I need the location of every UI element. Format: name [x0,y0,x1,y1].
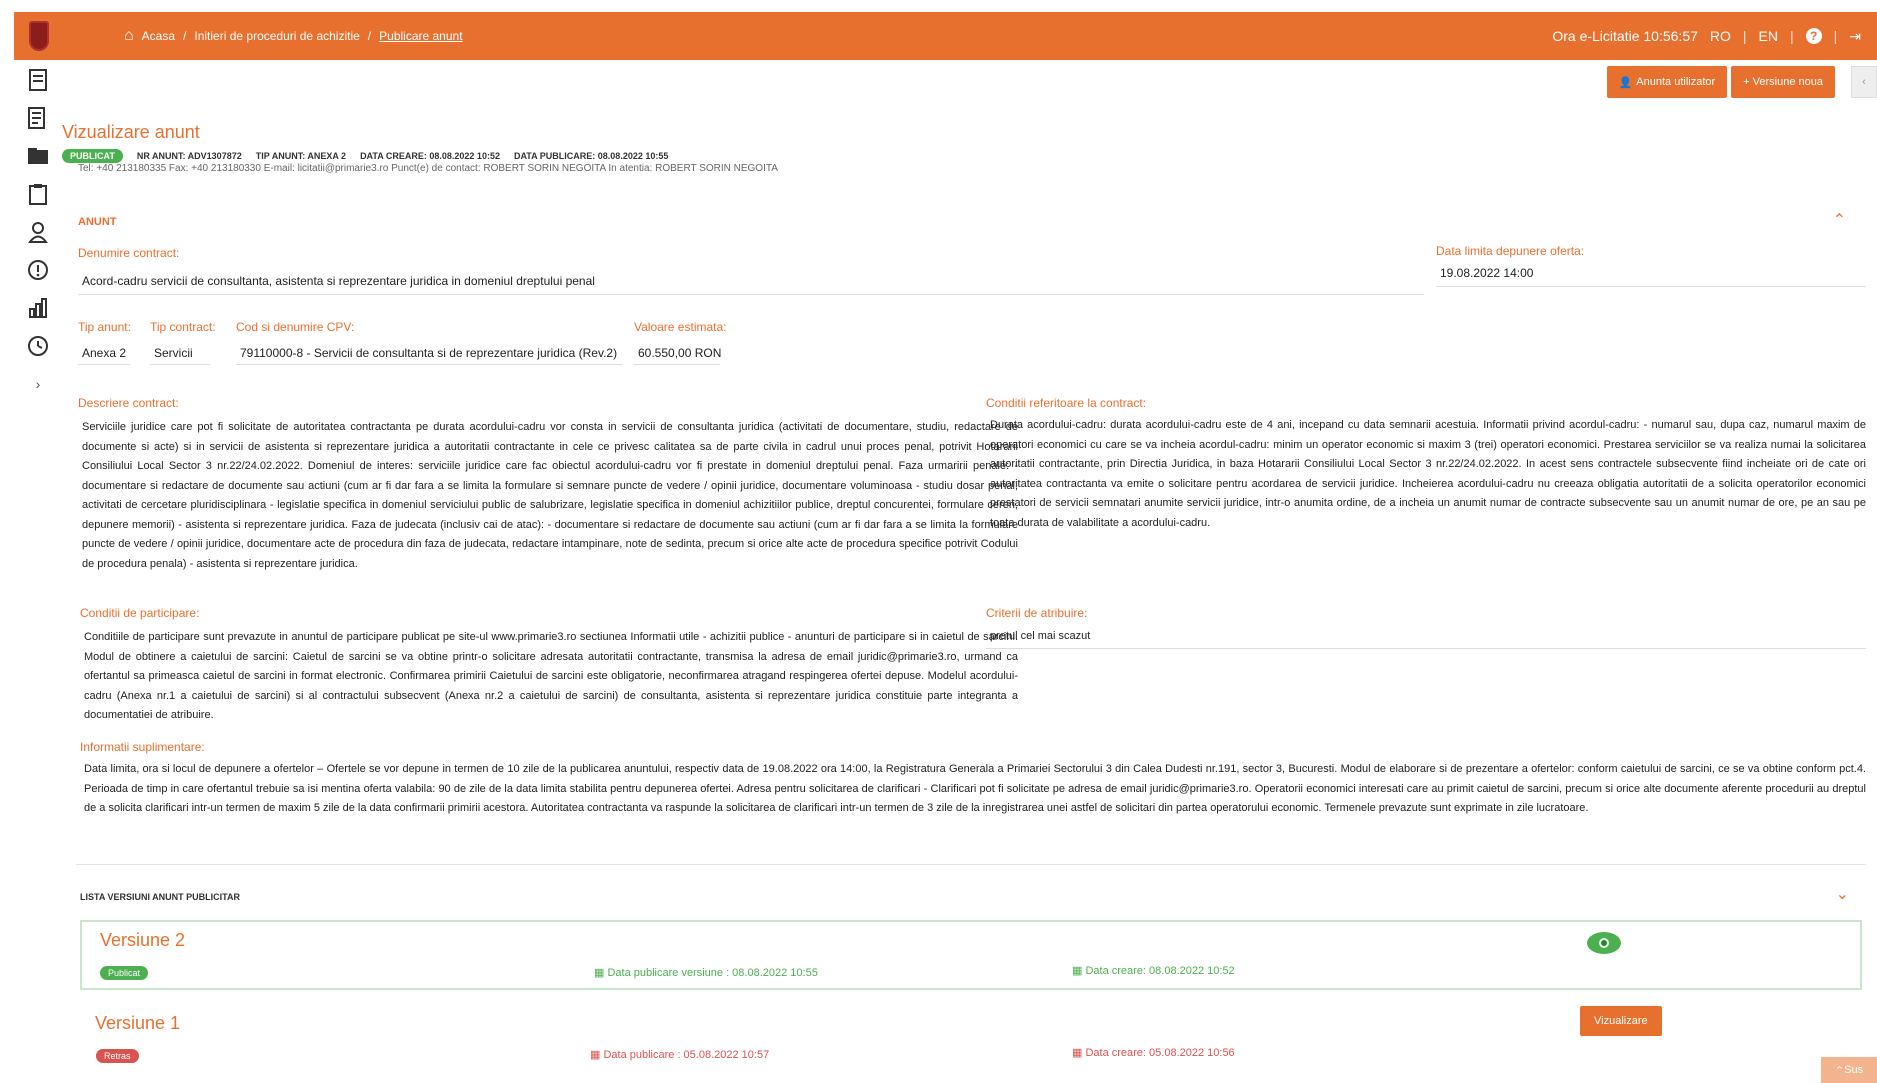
version-creare: ▦ Data creare: 05.08.2022 10:56 [1072,1047,1235,1059]
lang-ro[interactable]: RO [1710,28,1731,44]
clipboard-icon[interactable] [26,182,50,206]
breadcrumb-initieri[interactable]: Initieri de proceduri de achizitie [194,29,359,43]
calendar-icon: ▦ [1072,1047,1086,1059]
denumire-value: Acord-cadru servicii de consultanta, asi… [82,274,595,288]
version-row-active: Versiune 2 Publicat ▦ Data publicare ver… [80,920,1862,990]
breadcrumb-separator: / [183,29,187,43]
denumire-label: Denumire contract: [78,246,180,260]
version-publicare: ▦ Data publicare versiune : 08.08.2022 1… [594,967,818,979]
termen-value: 19.08.2022 14:00 [1440,266,1534,280]
calendar-icon: ▦ [594,967,608,979]
folder-icon[interactable] [26,144,50,168]
tip-anunt-label: Tip anunt: [78,320,131,334]
version-publicare: ▦ Data publicare : 05.08.2022 10:57 [590,1049,770,1061]
tip-contract-value: Servicii [154,346,193,360]
chevron-up-icon[interactable]: ⌃ [1833,210,1846,230]
termen-label: Data limita depunere oferta: [1436,244,1585,258]
eye-icon[interactable] [1587,932,1621,954]
status-badge: Retras [96,1049,139,1063]
clock-value: 10:56:57 [1643,28,1698,44]
history-icon[interactable] [26,334,50,358]
question-icon[interactable]: ? [1805,28,1822,44]
top-bar: ⌂ Acasa / Initieri de proceduri de achiz… [14,12,1877,60]
descriere-value: Serviciile juridice care pot fi solicita… [82,421,1018,570]
clock-label: Ora e-Licitatie 10:56:57 [1552,28,1698,44]
conditii-contract-value: Durata acordului-cadru: durata acordului… [990,419,1866,529]
tip-contract-label: Tip contract: [150,320,216,334]
breadcrumb: ⌂ Acasa / Initieri de proceduri de achiz… [124,27,463,45]
tip-anunt: TIP ANUNT: ANEXA 2 [255,151,347,161]
breadcrumb-home[interactable]: Acasa [142,29,175,43]
app-logo[interactable] [14,12,64,60]
announcement-meta: PUBLICAT NR ANUNT: ADV1307872 TIP ANUNT:… [62,149,668,163]
status-badge: Publicat [100,966,149,980]
chevron-left-icon: ‹ [1862,76,1866,88]
version-name: Versiune 2 [100,930,186,950]
data-publicare: DATA PUBLICARE: 08.08.2022 10:55 [513,151,669,161]
scroll-top-button[interactable]: ⌃ Sus [1821,1057,1877,1083]
contact-line: Tel: +40 213180335 Fax: +40 213180330 E-… [78,163,778,174]
valoare-label: Valoare estimata: [634,320,727,334]
breadcrumb-separator: / [367,29,372,43]
tip-anunt-value: Anexa 2 [82,346,127,360]
announcement-card: ANUNT ⌃ Denumire contract: Acord-cadru s… [62,200,1874,865]
valoare-value: 60.550,00 RON [638,346,722,360]
chevron-right-icon[interactable]: › [26,372,50,396]
sidebar: › [14,60,62,1080]
top-right-controls: Ora e-Licitatie 10:56:57 RO | EN | ? | ⇥ [1552,27,1861,45]
lang-en[interactable]: EN [1759,28,1778,44]
chart-icon[interactable] [26,296,50,320]
user-icon[interactable] [26,220,50,244]
criterii-label: Criterii de atribuire: [986,606,1088,620]
chevron-down-icon[interactable]: ⌄ [1836,884,1849,904]
versions-title: LISTA VERSIUNI ANUNT PUBLICITAR [80,892,240,902]
status-badge: PUBLICAT [62,149,123,163]
breadcrumb-current[interactable]: Publicare anunt [379,29,462,43]
page-title: Vizualizare anunt [62,122,200,142]
cpv-value: 79110000-8 - Servicii de consultanta si … [240,346,618,360]
list-icon[interactable] [26,106,50,130]
logout-icon[interactable]: ⇥ [1849,28,1861,45]
criterii-value: pretul cel mai scazut [990,630,1091,642]
conditii-participare-value: Conditiile de participare sunt prevazute… [84,631,1018,721]
conditii-contract-label: Conditii referitoare la contract: [986,396,1147,410]
nr-anunt: NR ANUNT: ADV1307872 [136,151,242,161]
document-icon[interactable] [26,68,50,92]
data-creare: DATA CREARE: 08.08.2022 10:52 [360,151,500,161]
info-label: Informatii suplimentare: [80,740,205,754]
home-icon[interactable]: ⌂ [124,27,134,45]
descriere-label: Descriere contract: [78,396,179,410]
info-icon[interactable] [26,258,50,282]
version-name: Versiune 1 [95,1013,181,1033]
notify-user-button[interactable]: 👤 Anunta utilizator [1606,66,1728,98]
calendar-icon: ▦ [590,1049,604,1061]
conditii-participare-label: Conditii de participare: [80,606,200,620]
calendar-icon: ▦ [1072,965,1086,977]
action-toolbar: 👤 Anunta utilizator + Versiune noua [1606,66,1835,98]
shield-logo-icon [29,21,49,51]
new-version-button[interactable]: + Versiune noua [1731,66,1835,98]
user-icon: 👤 [1618,76,1633,89]
version-creare: ▦ Data creare: 08.08.2022 10:52 [1072,965,1235,977]
section-title: ANUNT [78,216,117,228]
collapse-panel-tab[interactable]: ‹ [1851,66,1877,98]
cpv-label: Cod si denumire CPV: [236,320,355,334]
view-version-button[interactable]: Vizualizare [1580,1006,1662,1036]
info-value: Data limita, ora si locul de depunere a … [84,763,1866,814]
